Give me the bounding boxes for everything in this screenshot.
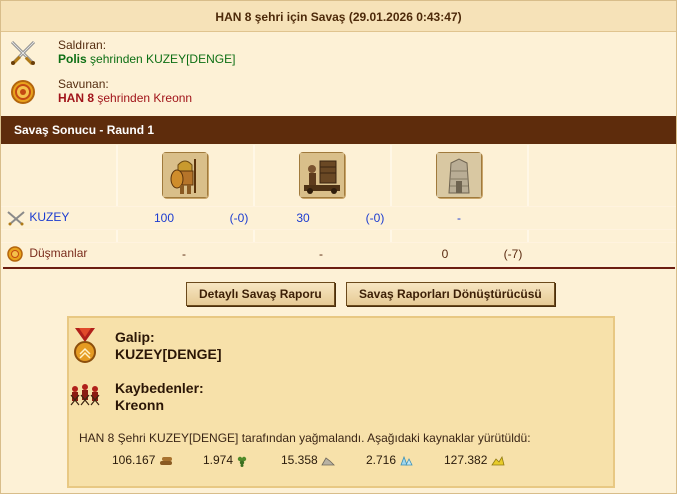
crossed-swords-icon (8, 38, 38, 68)
row-defender: Düşmanlar (6, 246, 87, 262)
unit-count: 100 (153, 211, 175, 225)
resource-value: 15.358 (281, 453, 318, 467)
unit-loss: (-0) (365, 211, 385, 225)
resource-value: 127.382 (444, 453, 488, 467)
result-table: KUZEY 100 (-0) 30 (-0) - Düşmanlar - - 0… (1, 145, 676, 267)
losers-name[interactable]: Kreonn (115, 397, 164, 413)
attacker-city[interactable]: Polis (58, 52, 87, 66)
defender-city[interactable]: HAN 8 (58, 91, 94, 105)
defeated-soldiers-icon (69, 381, 101, 412)
table-divider (3, 267, 675, 269)
defender-block: Savunan: HAN 8 şehrinden Kreonn (8, 77, 408, 107)
report-converter-button[interactable]: Savaş Raporları Dönüştürücüsü (346, 282, 555, 306)
shield-medallion-icon (8, 77, 38, 107)
attacker-block: Saldıran: Polis şehrinden KUZEY[DENGE] (8, 38, 408, 68)
report-title: HAN 8 şehri için Savaş (29.01.2026 0:43:… (1, 1, 676, 32)
result-header: Savaş Sonucu - Raund 1 (1, 116, 676, 144)
wood-icon (159, 456, 172, 465)
resource-wine: 1.974 (203, 453, 248, 467)
result-header-label: Savaş Sonucu - Raund 1 (14, 123, 155, 137)
resource-value: 106.167 (112, 453, 156, 467)
row-attacker: KUZEY (6, 210, 69, 226)
stone-wall-unit-icon[interactable] (436, 152, 482, 198)
unit-loss: (-7) (503, 247, 523, 261)
unit-loss: (-0) (229, 211, 249, 225)
table-row: KUZEY 100 (-0) 30 (-0) - (1, 206, 676, 230)
resource-wood: 106.167 (112, 453, 173, 467)
sulfur-icon (490, 455, 505, 466)
resource-marble: 15.358 (281, 453, 336, 467)
wine-icon (238, 456, 247, 467)
winner-label: Galip: (115, 329, 155, 345)
catapult-crew-unit-icon[interactable] (299, 152, 345, 198)
resource-crystal: 2.716 (366, 453, 414, 467)
crystal-icon (400, 455, 414, 466)
crossed-swords-icon (7, 211, 25, 226)
attacker-row-name[interactable]: KUZEY (29, 210, 69, 224)
unit-count: 0 (441, 247, 449, 261)
attacker-label: Saldıran: (58, 38, 107, 52)
defender-label: Savunan: (58, 77, 109, 91)
defender-row-name: Düşmanlar (29, 246, 88, 261)
battle-summary-panel: Galip: KUZEY[DENGE] Kaybedenler: Kreonn … (67, 316, 615, 488)
unit-count: - (457, 211, 461, 225)
resource-sulfur: 127.382 (444, 453, 505, 467)
table-row: Düşmanlar - - 0 (-7) (1, 242, 676, 266)
attacker-origin: Polis şehrinden KUZEY[DENGE] (58, 52, 235, 66)
winner-medal-icon (73, 328, 97, 367)
winner-name[interactable]: KUZEY[DENGE] (115, 346, 222, 362)
unit-count: 30 (296, 211, 310, 225)
losers-label: Kaybedenler: (115, 380, 204, 396)
resource-value: 2.716 (366, 453, 397, 467)
unit-count: - (319, 247, 323, 261)
shield-medallion-icon (7, 246, 23, 262)
resource-value: 1.974 (203, 453, 234, 467)
unit-count: - (182, 247, 186, 261)
plunder-message: HAN 8 Şehri KUZEY[DENGE] tarafından yağm… (79, 431, 531, 445)
defender-player[interactable]: şehrinden Kreonn (94, 91, 192, 105)
marble-icon (321, 457, 336, 466)
attacker-player[interactable]: şehrinden KUZEY[DENGE] (87, 52, 235, 66)
detailed-report-button[interactable]: Detaylı Savaş Raporu (186, 282, 335, 306)
hoplite-unit-icon[interactable] (162, 152, 208, 198)
defender-origin: HAN 8 şehrinden Kreonn (58, 91, 192, 105)
